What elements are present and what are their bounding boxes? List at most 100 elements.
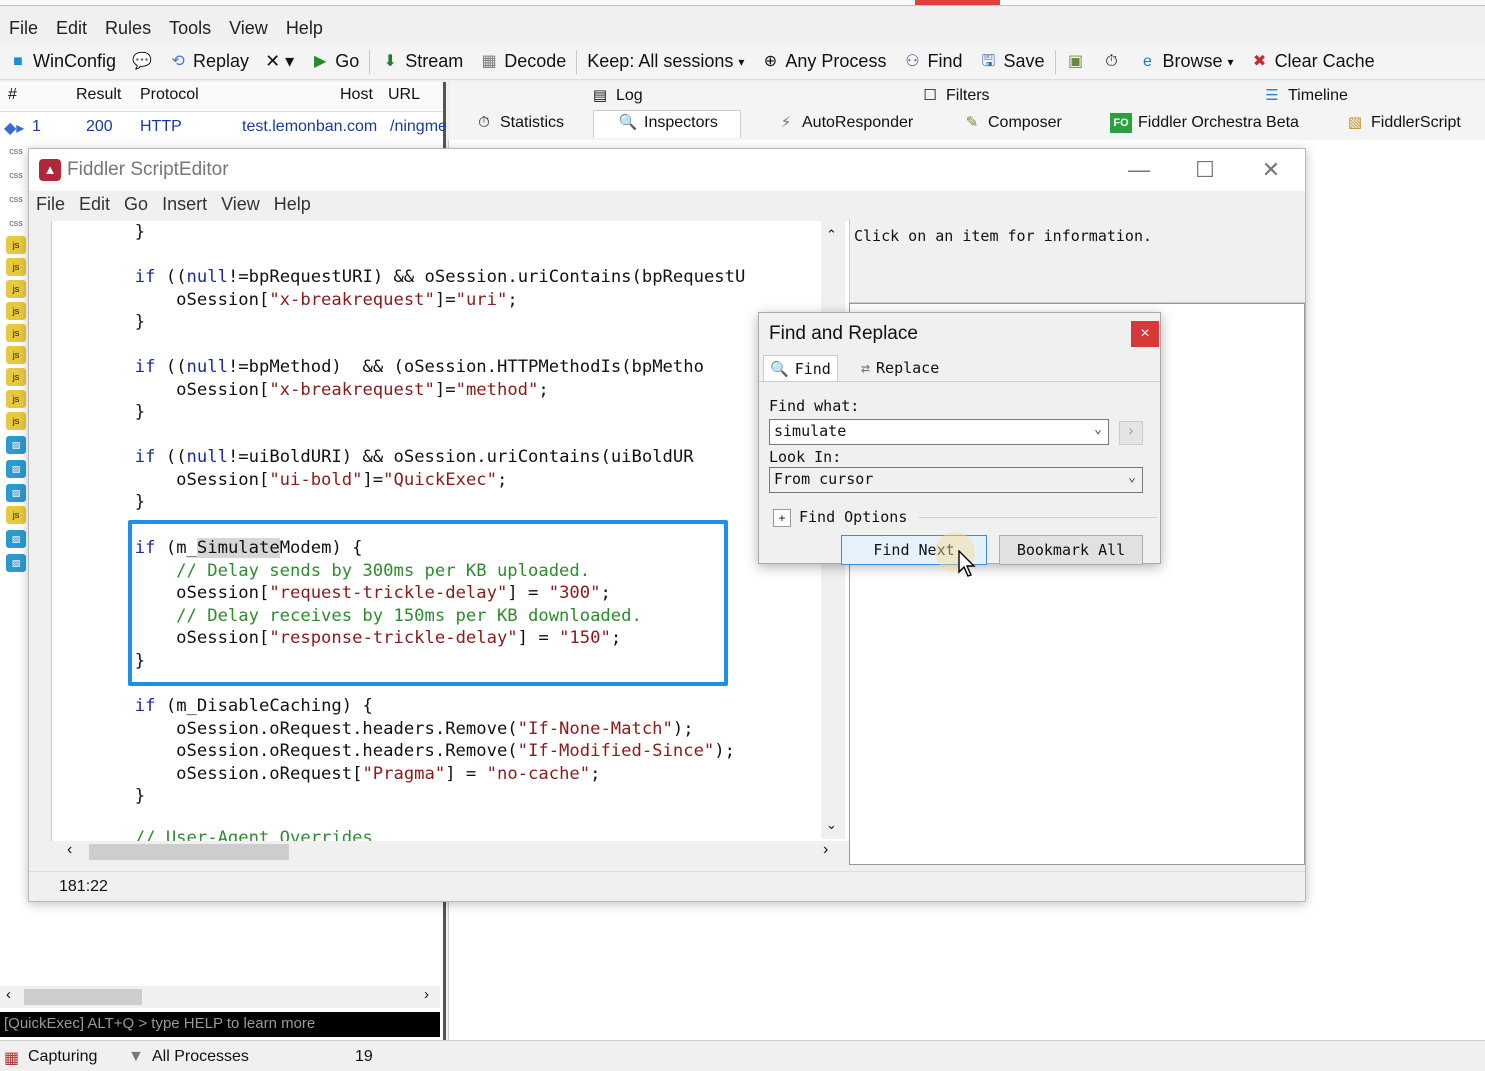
col-protocol[interactable]: Protocol [140,86,199,104]
stream-arrow-icon: ⬇ [383,52,397,70]
find-replace-dialog: Find and Replace × 🔍 Find ⇄ Replace Find w… [758,312,1161,565]
lightning-icon: ⚡ [780,114,792,131]
scroll-up-icon[interactable]: ⌃ [826,227,837,243]
tab-statistics[interactable]: ⏱ Statistics [474,113,564,133]
any-process-button[interactable]: ⊕ Any Process [752,46,894,78]
capturing-status[interactable]: Capturing [28,1048,97,1066]
session-arrows-icon: ◆▸ [4,120,25,137]
image-icon: ▨ [6,484,26,502]
go-button[interactable]: ▶ Go [302,46,367,78]
decode-button[interactable]: ▦ Decode [471,46,574,78]
menu-file[interactable]: File [0,14,47,44]
menu-tools[interactable]: Tools [160,14,220,44]
menu-view[interactable]: View [220,14,277,44]
se-menu-file[interactable]: File [29,191,72,219]
code-line: } [52,222,146,242]
menu-rules[interactable]: Rules [96,14,160,44]
table-row[interactable]: ◆▸ 1 200 HTTP test.lemonban.com /ningme [0,114,447,140]
chevron-down-icon[interactable]: ⌄ [1128,470,1136,485]
inspect-icon: 🔍 [618,113,638,131]
tab-composer[interactable]: ✎ Composer [962,113,1062,133]
col-result[interactable]: Result [76,86,121,104]
code-line: if ((null!=bpRequestURI) && oSession.uri… [134,267,746,287]
se-menu-edit[interactable]: Edit [72,191,117,219]
menu-edit[interactable]: Edit [47,14,96,44]
bookmark-all-button[interactable]: Bookmark All [999,535,1143,565]
tab-inspectors[interactable]: 🔍 Inspectors [593,110,741,138]
se-menu-go[interactable]: Go [117,191,155,219]
find-button[interactable]: ⚇ Find [894,46,970,78]
scroll-down-icon[interactable]: ⌄ [826,817,837,833]
clear-cache-button[interactable]: ✖ Clear Cache [1242,46,1383,78]
tab-timeline[interactable]: ☰ Timeline [1262,86,1348,106]
close-button[interactable]: × [1131,321,1159,347]
css-icon: css [9,146,23,156]
replay-button[interactable]: ⟲ Replay [160,46,257,78]
tab-filters[interactable]: ☐ Filters [920,86,989,106]
sessions-horizontal-scrollbar[interactable]: ‹ › [0,986,440,1008]
code-line: if ((null!=uiBoldURI) && oSession.uriCon… [134,447,694,467]
keep-sessions-dropdown[interactable]: Keep: All sessions ▾ [579,46,752,78]
maximize-icon[interactable]: ☐ [1185,157,1225,183]
stopwatch-icon: ⏱ [1105,52,1118,70]
col-host[interactable]: Host [340,86,373,104]
find-icon: 🔍 [770,359,789,378]
tab-autoresponder[interactable]: ⚡ AutoResponder [776,113,913,133]
comment-button[interactable]: 💬 [124,46,160,78]
find-options-label[interactable]: Find Options [799,508,907,526]
scroll-left-icon[interactable]: ‹ [67,841,72,859]
scroll-right-icon[interactable]: › [424,986,429,1003]
find-what-input[interactable]: simulate ⌄ [769,419,1109,445]
capture-icon: ▦ [4,1050,20,1067]
scroll-left-icon[interactable]: ‹ [6,986,11,1003]
tab-log[interactable]: ▤ Log [590,86,643,106]
col-number[interactable]: # [8,86,17,104]
col-url[interactable]: URL [388,86,420,104]
browse-button[interactable]: e Browse ▾ [1130,46,1242,78]
code-line: oSession.oRequest["Pragma"] = "no-cache"… [52,764,601,784]
tab-orchestra[interactable]: FO Fiddler Orchestra Beta [1110,113,1299,133]
css-icon: css [9,194,23,204]
expression-builder-button[interactable]: › [1119,421,1143,445]
se-menu-help[interactable]: Help [267,191,318,219]
tab-find[interactable]: 🔍 Find [763,355,838,381]
minimize-icon[interactable]: — [1119,157,1159,183]
code-line: if ((null!=bpMethod) && (oSession.HTTPMe… [134,357,704,377]
code-line: } [52,786,146,806]
crosshair-icon: ⊕ [763,52,778,70]
code-line: oSession["x-breakrequest"]="method"; [52,380,549,400]
screenshot-button[interactable]: ▣ [1058,46,1094,78]
toolbar-separator [1054,49,1056,74]
toolbar-separator [576,49,578,74]
scroll-right-icon[interactable]: › [823,841,828,859]
expand-icon[interactable]: + [773,509,791,527]
tab-fiddlerscript[interactable]: ▧ FiddlerScript [1345,113,1461,133]
remove-dropdown[interactable]: ✕ ▾ [257,46,302,78]
menu-help[interactable]: Help [277,14,332,44]
timer-button[interactable]: ⏱ [1094,46,1130,78]
se-menu-view[interactable]: View [214,191,267,219]
winconfig-button[interactable]: ■ WinConfig [0,46,124,78]
js-icon: js [6,258,26,276]
tab-replace[interactable]: ⇄ Replace [855,355,945,381]
look-in-select[interactable]: From cursor ⌄ [769,467,1143,493]
checkbox-icon: ☐ [923,87,937,104]
scroll-thumb[interactable] [24,989,142,1005]
code-line: if (m_DisableCaching) { [134,696,373,716]
stream-button[interactable]: ⬇ Stream [372,46,471,78]
css-icon: css [9,218,23,228]
se-menu-insert[interactable]: Insert [155,191,214,219]
speech-bubble-icon: 💬 [132,52,152,70]
js-icon: js [6,412,26,430]
quickexec-input[interactable]: [QuickExec] ALT+Q > type HELP to learn m… [0,1012,440,1037]
chevron-down-icon[interactable]: ⌄ [1094,422,1102,437]
code-line: oSession["ui-bold"]="QuickExec"; [52,470,508,490]
dialog-title: Find and Replace [769,323,918,344]
scroll-thumb[interactable] [89,844,289,860]
save-button[interactable]: 🖫 Save [970,46,1052,78]
close-icon[interactable]: ✕ [1251,157,1291,183]
js-icon: js [6,236,26,254]
save-icon: 🖫 [981,52,996,70]
process-filter[interactable]: All Processes [152,1048,249,1066]
cursor-position: 181:22 [59,878,108,895]
